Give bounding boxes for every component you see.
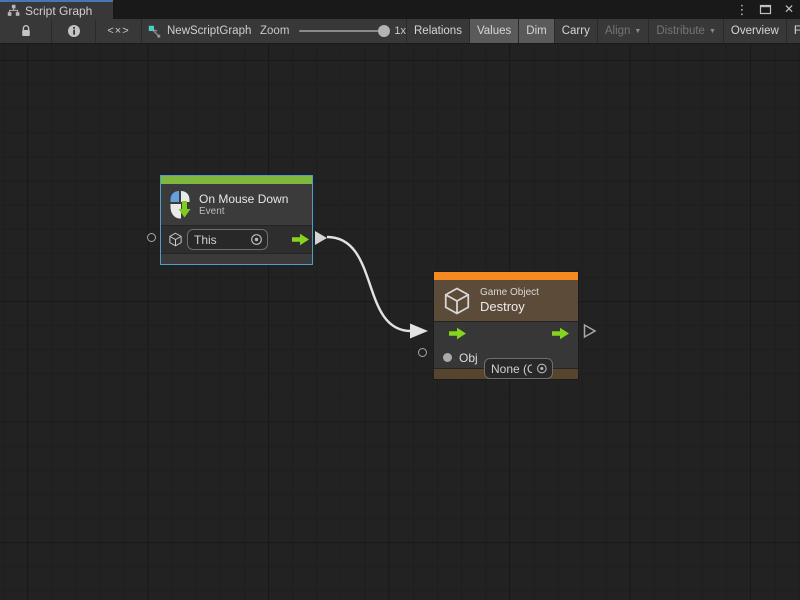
node-header: On Mouse Down Event	[161, 184, 312, 225]
overview-label: Overview	[731, 25, 779, 37]
node-destroy[interactable]: Game Object Destroy Obj No	[433, 271, 579, 380]
input-label: Obj	[459, 351, 478, 365]
values-label: Values	[477, 25, 511, 37]
graph-hierarchy-icon	[7, 4, 20, 17]
target-field-value: This	[194, 233, 246, 247]
event-accent-bar	[161, 176, 312, 184]
flow-input-arrow-icon[interactable]	[449, 327, 467, 340]
mouse-down-icon	[169, 190, 191, 220]
value-port-dot[interactable]	[443, 353, 452, 362]
zoom-control: Zoom 1x	[252, 19, 407, 43]
relations-label: Relations	[414, 25, 462, 37]
lock-icon	[20, 24, 32, 38]
chevron-down-icon: ▼	[634, 28, 641, 35]
game-object-cube-icon	[442, 286, 472, 316]
chevron-down-icon: ▼	[709, 28, 716, 35]
overview-button[interactable]: Overview	[724, 19, 787, 43]
flow-wire[interactable]	[327, 237, 428, 339]
flow-output-arrow-icon[interactable]	[552, 327, 570, 340]
toolbar-left-group: <×>	[0, 19, 142, 43]
align-dropdown[interactable]: Align▼	[598, 19, 650, 43]
carry-label: Carry	[562, 25, 590, 37]
tab-title: Script Graph	[25, 4, 92, 18]
game-object-cube-icon	[168, 232, 183, 247]
zoom-label: Zoom	[260, 25, 289, 37]
close-icon[interactable]: ✕	[782, 0, 796, 19]
node-header: Game Object Destroy	[434, 280, 578, 321]
node-body: This	[161, 225, 312, 253]
lock-button[interactable]	[0, 19, 52, 43]
align-label: Align	[605, 25, 631, 37]
menu-icon[interactable]: ⋮	[735, 0, 749, 19]
full-screen-button[interactable]: Full S	[787, 19, 800, 43]
zoom-slider-track[interactable]	[299, 30, 384, 32]
values-toggle[interactable]: Values	[470, 19, 519, 43]
full-screen-label: Full S	[794, 25, 800, 37]
node-title: Destroy	[480, 299, 539, 315]
object-field[interactable]: None (O	[484, 358, 553, 379]
script-graph-asset-icon	[148, 25, 161, 38]
target-field[interactable]: This	[187, 229, 268, 250]
flow-continue-port-triangle[interactable]	[583, 323, 597, 339]
object-picker-icon[interactable]	[250, 233, 263, 246]
graph-canvas[interactable]: On Mouse Down Event This	[0, 44, 800, 600]
wire-layer	[0, 44, 800, 600]
info-icon	[67, 24, 81, 38]
tab-bar: Script Graph ⋮ ✕	[0, 0, 800, 19]
dim-toggle[interactable]: Dim	[519, 19, 554, 43]
wire-arrowhead	[410, 324, 428, 339]
window-controls: ⋮ ✕	[735, 0, 796, 19]
node-title: On Mouse Down	[199, 192, 288, 206]
maximize-icon[interactable]	[759, 3, 772, 16]
relations-toggle[interactable]: Relations	[407, 19, 470, 43]
code-preview-button[interactable]: <×>	[96, 19, 142, 43]
node-body: Obj None (O	[434, 321, 578, 368]
script-graph-window: Script Graph ⋮ ✕	[0, 0, 800, 600]
object-field-value: None (O	[491, 362, 532, 376]
node-category: Game Object	[480, 287, 539, 299]
destroy-accent-bar	[434, 272, 578, 280]
distribute-label: Distribute	[656, 25, 705, 37]
flow-output-port-triangle[interactable]	[314, 230, 328, 246]
distribute-dropdown[interactable]: Distribute ▼	[649, 19, 724, 43]
object-picker-icon[interactable]	[536, 362, 548, 375]
carry-toggle[interactable]: Carry	[555, 19, 598, 43]
graph-breadcrumb[interactable]: NewScriptGraph	[142, 19, 251, 43]
object-input-port[interactable]	[418, 348, 427, 357]
node-subtitle: Event	[199, 206, 288, 218]
dim-label: Dim	[526, 25, 546, 37]
flow-output-arrow-icon[interactable]	[292, 233, 310, 246]
target-input-port[interactable]	[147, 233, 156, 242]
node-footer	[161, 253, 312, 264]
toolbar: <×> NewScriptGraph Zoom 1x Relations Val…	[0, 19, 800, 44]
node-on-mouse-down[interactable]: On Mouse Down Event This	[160, 175, 313, 265]
view-toggle-group: Relations Values Dim Carry Align▼ Distri…	[407, 19, 800, 43]
zoom-slider-handle[interactable]	[378, 25, 390, 37]
zoom-value: 1x	[394, 25, 406, 37]
tab-script-graph[interactable]: Script Graph	[0, 0, 113, 19]
graph-name-label: NewScriptGraph	[167, 25, 251, 37]
info-button[interactable]	[52, 19, 96, 43]
